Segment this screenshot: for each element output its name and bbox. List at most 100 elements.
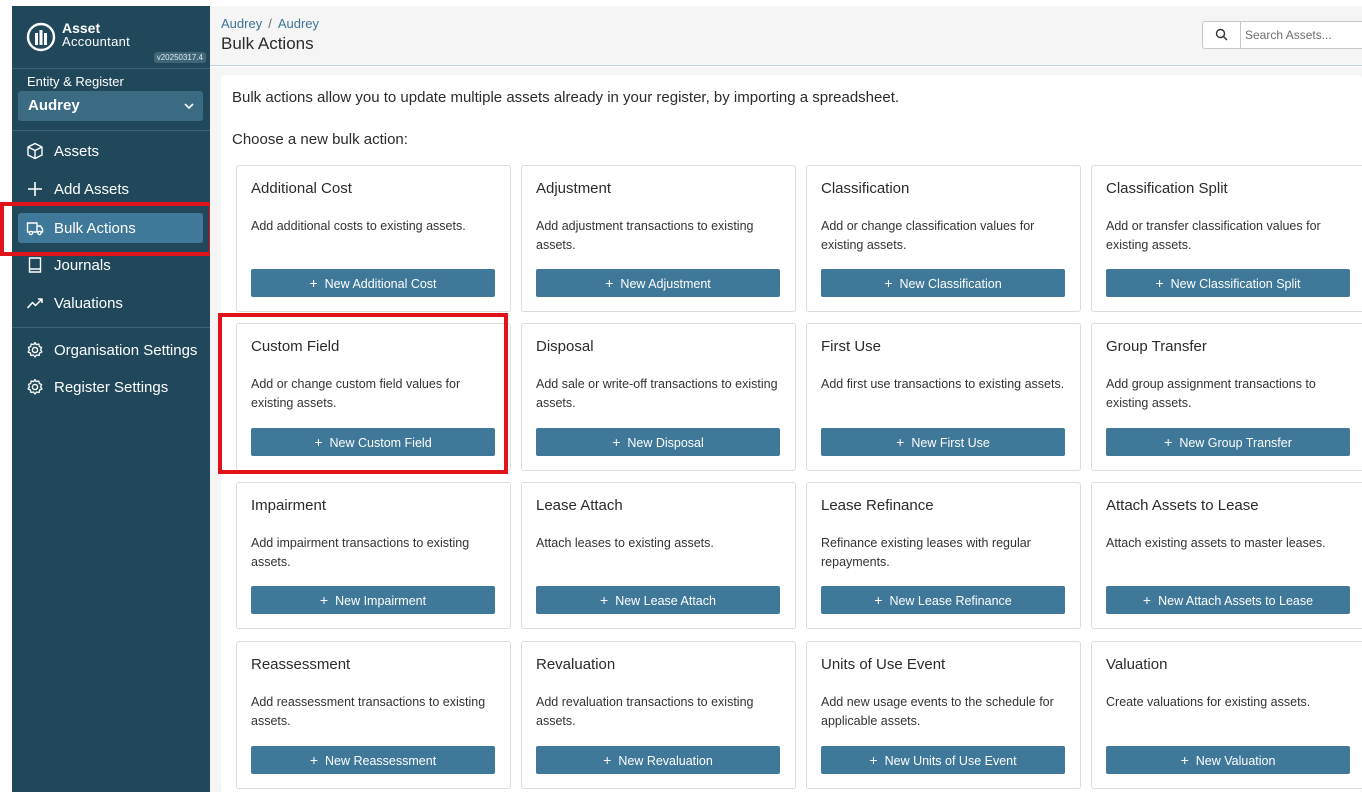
- new-adjustment-button[interactable]: + New Adjustment: [536, 269, 780, 297]
- new-revaluation-button[interactable]: + New Revaluation: [536, 746, 780, 774]
- sidebar-item-label: Organisation Settings: [54, 342, 198, 359]
- card-description: Add adjustment transactions to existing …: [536, 219, 754, 252]
- bulk-action-card-classification-split: Classification Split Add or transfer clas…: [1091, 165, 1362, 312]
- breadcrumb-link-register[interactable]: Audrey: [278, 16, 319, 31]
- card-title: Classification Split: [1106, 180, 1228, 197]
- card-description: Add additional costs to existing assets.: [251, 219, 466, 233]
- card-description: Refinance existing leases with regular r…: [821, 536, 1031, 569]
- bulk-action-card-valuation: Valuation Create valuations for existing …: [1091, 641, 1362, 789]
- button-label: New Units of Use Event: [884, 754, 1017, 768]
- brand-logo-block[interactable]: Asset Accountant v20250317.4: [26, 18, 206, 66]
- new-units-of-use-event-button[interactable]: + New Units of Use Event: [821, 746, 1065, 774]
- search-icon: [1215, 28, 1228, 41]
- chevron-down-icon: [184, 103, 194, 110]
- sidebar-item-add-assets[interactable]: Add Assets: [18, 174, 203, 204]
- new-impairment-button[interactable]: + New Impairment: [251, 586, 495, 614]
- version-badge: v20250317.4: [153, 52, 206, 63]
- new-first-use-button[interactable]: + New First Use: [821, 428, 1065, 456]
- card-description: Add or transfer classification values fo…: [1106, 219, 1321, 252]
- new-disposal-button[interactable]: + New Disposal: [536, 428, 780, 456]
- plus-icon: [28, 182, 42, 196]
- new-lease-refinance-button[interactable]: + New Lease Refinance: [821, 586, 1065, 614]
- button-label: New Impairment: [335, 594, 427, 608]
- bulk-action-card-adjustment: Adjustment Add adjustment transactions to…: [521, 165, 796, 312]
- card-title: Additional Cost: [251, 180, 352, 197]
- bulk-action-card-classification: Classification Add or change classificati…: [806, 165, 1081, 312]
- plus-icon: +: [600, 592, 609, 608]
- card-description: Add sale or write-off transactions to ex…: [536, 377, 778, 410]
- card-description: Add or change classification values for …: [821, 219, 1035, 252]
- card-description: Add impairment transactions to existing …: [251, 536, 470, 569]
- plus-icon: +: [1164, 434, 1173, 450]
- sidebar-item-label: Assets: [54, 143, 100, 160]
- divider: [12, 130, 210, 131]
- new-reassessment-button[interactable]: + New Reassessment: [251, 746, 495, 774]
- card-description: Create valuations for existing assets.: [1106, 695, 1311, 709]
- card-title: Disposal: [536, 338, 594, 355]
- button-label: New Group Transfer: [1179, 436, 1292, 450]
- card-description: Add new usage events to the schedule for…: [821, 695, 1054, 728]
- entity-label: Entity & Register: [27, 74, 124, 89]
- page-title: Bulk Actions: [221, 34, 314, 53]
- card-title: Attach Assets to Lease: [1106, 497, 1259, 514]
- book-icon: [28, 257, 42, 273]
- card-title: Classification: [821, 180, 910, 197]
- brand-subtitle: Accountant: [62, 34, 131, 49]
- logo-icon: [26, 22, 56, 52]
- sidebar-item-label: Add Assets: [54, 181, 130, 198]
- button-label: New Classification Split: [1170, 277, 1301, 291]
- highlight-box-bulk-actions: [0, 202, 213, 256]
- new-classification-button[interactable]: + New Classification: [821, 269, 1065, 297]
- button-label: New Reassessment: [325, 754, 437, 768]
- sidebar-item-valuations[interactable]: Valuations: [18, 288, 203, 318]
- sidebar-item-organisation-settings[interactable]: Organisation Settings: [18, 335, 203, 365]
- new-attach-assets-to-lease-button[interactable]: + New Attach Assets to Lease: [1106, 586, 1350, 614]
- search-input[interactable]: [1245, 25, 1362, 45]
- plus-icon: +: [874, 592, 883, 608]
- button-label: New Classification: [899, 277, 1002, 291]
- intro-text: Bulk actions allow you to update multipl…: [232, 89, 900, 106]
- sidebar-item-register-settings[interactable]: Register Settings: [18, 372, 203, 402]
- card-title: Units of Use Event: [821, 656, 946, 673]
- card-title: Group Transfer: [1106, 338, 1207, 355]
- button-label: New Adjustment: [620, 277, 711, 291]
- sidebar-item-label: Valuations: [54, 295, 123, 312]
- bulk-action-card-attach-assets-to-lease: Attach Assets to Lease Attach existing as…: [1091, 482, 1362, 629]
- box-icon: [27, 142, 43, 160]
- search-button[interactable]: [1203, 22, 1241, 48]
- bulk-action-card-group-transfer: Group Transfer Add group assignment trans…: [1091, 323, 1362, 471]
- button-label: New Attach Assets to Lease: [1158, 594, 1314, 608]
- card-title: Valuation: [1106, 656, 1168, 673]
- card-title: Revaluation: [536, 656, 616, 673]
- button-label: New Valuation: [1195, 754, 1276, 768]
- new-additional-cost-button[interactable]: + New Additional Cost: [251, 269, 495, 297]
- gear-icon: [27, 341, 43, 358]
- bulk-action-card-disposal: Disposal Add sale or write-off transactio…: [521, 323, 796, 471]
- bulk-action-card-impairment: Impairment Add impairment transactions to…: [236, 482, 511, 629]
- button-label: New First Use: [911, 436, 990, 450]
- breadcrumb-link-entity[interactable]: Audrey: [221, 16, 262, 31]
- sidebar-item-assets[interactable]: Assets: [18, 136, 203, 166]
- bulk-action-card-first-use: First Use Add first use transactions to e…: [806, 323, 1081, 471]
- bulk-action-card-lease-attach: Lease Attach Attach leases to existing as…: [521, 482, 796, 629]
- plus-icon: +: [1180, 752, 1189, 768]
- plus-icon: +: [1142, 592, 1152, 608]
- new-classification-split-button[interactable]: + New Classification Split: [1106, 269, 1350, 297]
- new-group-transfer-button[interactable]: + New Group Transfer: [1106, 428, 1350, 456]
- button-label: New Lease Attach: [615, 594, 716, 608]
- entity-select[interactable]: Audrey: [18, 91, 203, 121]
- button-label: New Revaluation: [618, 754, 713, 768]
- plus-icon: +: [603, 752, 612, 768]
- button-label: New Additional Cost: [324, 277, 437, 291]
- card-description: Add group assignment transactions to exi…: [1106, 377, 1316, 410]
- plus-icon: +: [309, 275, 318, 291]
- card-title: Adjustment: [536, 180, 612, 197]
- bulk-action-card-additional-cost: Additional Cost Add additional costs to e…: [236, 165, 511, 312]
- new-lease-attach-button[interactable]: + New Lease Attach: [536, 586, 780, 614]
- bulk-action-card-lease-refinance: Lease Refinance Refinance existing leases…: [806, 482, 1081, 629]
- card-description: Attach existing assets to master leases.: [1106, 536, 1326, 550]
- card-title: Lease Attach: [536, 497, 623, 514]
- new-valuation-button[interactable]: + New Valuation: [1106, 746, 1350, 774]
- entity-selected-value: Audrey: [28, 97, 80, 114]
- divider: [12, 327, 210, 328]
